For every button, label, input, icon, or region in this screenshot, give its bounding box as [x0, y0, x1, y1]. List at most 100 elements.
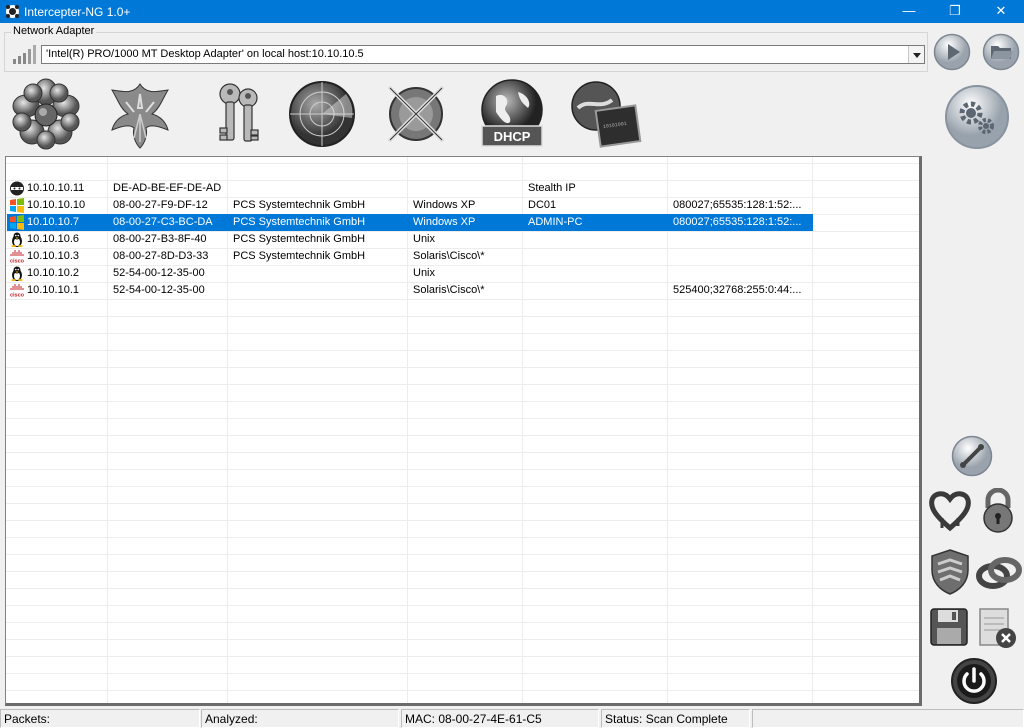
cell-fingerprint: 525400;32768:255:0:44:...	[673, 284, 802, 296]
cell-os: Windows XP	[413, 216, 476, 228]
play-icon	[933, 33, 971, 71]
cell-name: Stealth IP	[528, 182, 576, 194]
open-button[interactable]	[982, 33, 1020, 71]
cell-mac: 52-54-00-12-35-00	[113, 267, 205, 279]
cell-vendor: PCS Systemtechnik GmbH	[233, 250, 366, 262]
toolbar-phoenix-button[interactable]	[104, 78, 176, 150]
maximize-button[interactable]: ❐	[932, 0, 978, 23]
cell-os: Unix	[413, 267, 436, 279]
cell-mac: 08-00-27-8D-D3-33	[113, 250, 209, 262]
cell-mac: DE-AD-BE-EF-DE-AD	[113, 182, 222, 194]
windows-icon	[9, 215, 25, 230]
save-button[interactable]	[928, 606, 970, 648]
clear-button[interactable]	[974, 606, 1018, 650]
cell-vendor: PCS Systemtechnik GmbH	[233, 216, 366, 228]
cell-ip: 10.10.10.1	[27, 284, 79, 296]
cell-ip: 10.10.10.10	[27, 199, 86, 211]
cell-os: Unix	[413, 233, 436, 245]
radar-icon	[289, 81, 355, 147]
table-row[interactable]: cisco 10.10.10.1 52-54-00-12-35-00 Solaris\…	[7, 282, 813, 299]
toolbar-radar-button[interactable]	[286, 78, 358, 150]
cell-ip: 10.10.10.6	[27, 233, 79, 245]
analyzed-status: Analyzed:	[201, 709, 399, 728]
cell-ip: 10.10.10.11	[27, 182, 85, 194]
wrench-icon	[951, 435, 993, 477]
cell-name: DC01	[528, 199, 557, 211]
heartbleed-button[interactable]	[928, 488, 972, 532]
clear-notepad-icon	[979, 608, 1016, 648]
table-row[interactable]: 10.10.10.2 52-54-00-12-35-00 Unix	[7, 265, 813, 282]
cell-fingerprint: 080027;65535:128:1:52:...	[673, 216, 802, 228]
toolbar-flower-button[interactable]	[10, 78, 82, 150]
cell-ip: 10.10.10.3	[27, 250, 79, 262]
linux-icon	[9, 266, 25, 281]
table-row[interactable]: 10.10.10.7 08-00-27-C3-BC-DA PCS Systemtec…	[7, 214, 813, 231]
cell-os: Windows XP	[413, 199, 476, 211]
cell-fingerprint: 080027;65535:128:1:52:...	[673, 199, 802, 211]
cell-os: Solaris\Cisco\*	[413, 250, 485, 262]
cisco-icon: cisco	[9, 283, 25, 299]
title-bar: Intercepter-NG 1.0+ — ❐ ✕	[0, 0, 1024, 23]
cell-vendor: PCS Systemtechnik GmbH	[233, 199, 366, 211]
cell-name: ADMIN-PC	[528, 216, 583, 228]
linux-icon	[9, 232, 25, 247]
settings-button[interactable]	[944, 84, 1010, 150]
flower-icon	[12, 78, 80, 150]
dhcp-label: DHCP	[494, 129, 531, 144]
status-bar: Packets: Analyzed: MAC: 08-00-27-4E-61-C…	[0, 707, 1024, 728]
padlock-icon	[983, 487, 1013, 533]
table-row[interactable]: 10.10.10.10 08-00-27-F9-DF-12 PCS Systemte…	[7, 197, 813, 214]
adapter-select[interactable]: 'Intel(R) PRO/1000 MT Desktop Adapter' o…	[41, 45, 925, 64]
window-title: Intercepter-NG 1.0+	[24, 5, 131, 19]
phoenix-icon	[111, 83, 169, 149]
cell-os: Solaris\Cisco\*	[413, 284, 485, 296]
cell-mac: 52-54-00-12-35-00	[113, 284, 205, 296]
cell-ip: 10.10.10.7	[27, 216, 79, 228]
toolbar-keys-button[interactable]	[200, 78, 272, 150]
folder-icon	[982, 33, 1020, 71]
toolbar-network-button[interactable]: 10101001	[570, 78, 642, 150]
packets-status: Packets:	[0, 709, 200, 728]
mac-status: MAC: 08-00-27-4E-61-C5	[401, 709, 599, 728]
close-button[interactable]: ✕	[978, 0, 1024, 23]
table-row[interactable]: 10.10.10.6 08-00-27-B3-8F-40 PCS Systemtec…	[7, 231, 813, 248]
cell-ip: 10.10.10.2	[27, 267, 79, 279]
network-adapter-legend: Network Adapter	[11, 25, 97, 37]
floppy-disk-icon	[930, 608, 968, 646]
status-spacer	[752, 709, 1024, 728]
keys-icon	[219, 83, 259, 142]
cell-mac: 08-00-27-F9-DF-12	[113, 199, 208, 211]
table-row[interactable]: 10.10.10.11 DE-AD-BE-EF-DE-AD Stealth IP	[7, 180, 813, 197]
rings-button[interactable]	[975, 552, 1023, 594]
bleeding-heart-icon	[929, 491, 971, 532]
dhcp-globe-icon: DHCP	[481, 79, 543, 147]
network-cable-icon: 10101001	[571, 81, 642, 148]
rings-icon	[976, 557, 1022, 589]
signal-strength-icon	[13, 45, 36, 64]
network-adapter-group: Network Adapter 'Intel(R) PRO/1000 MT De…	[4, 25, 928, 72]
cell-mac: 08-00-27-C3-BC-DA	[113, 216, 213, 228]
power-button[interactable]	[950, 657, 998, 705]
windows-icon	[9, 198, 25, 213]
adapter-select-value: 'Intel(R) PRO/1000 MT Desktop Adapter' o…	[46, 48, 364, 60]
minimize-button[interactable]: —	[886, 0, 932, 23]
cell-mac: 08-00-27-B3-8F-40	[113, 233, 207, 245]
app-icon	[6, 5, 19, 18]
start-button[interactable]	[933, 33, 971, 71]
table-row[interactable]: cisco 10.10.10.3 08-00-27-8D-D3-33 PCS Syst…	[7, 248, 813, 265]
gears-icon	[945, 85, 1009, 149]
toolbar-dhcp-button[interactable]: DHCP	[476, 78, 548, 150]
crossed-swords-icon	[388, 86, 444, 142]
ninja-icon	[9, 181, 25, 196]
scan-status: Status: Scan Complete	[601, 709, 750, 728]
power-icon	[951, 658, 997, 704]
edit-button[interactable]	[951, 435, 993, 477]
toolbar-swords-button[interactable]	[380, 78, 452, 150]
svg-text:cisco: cisco	[10, 259, 25, 265]
hosts-table[interactable]: 10.10.10.11 DE-AD-BE-EF-DE-AD Stealth IP 10…	[5, 156, 922, 706]
shield-button[interactable]	[928, 548, 972, 596]
lock-button[interactable]	[976, 487, 1020, 534]
shield-icon	[931, 549, 969, 595]
cell-vendor: PCS Systemtechnik GmbH	[233, 233, 366, 245]
chevron-down-icon[interactable]	[908, 46, 924, 63]
